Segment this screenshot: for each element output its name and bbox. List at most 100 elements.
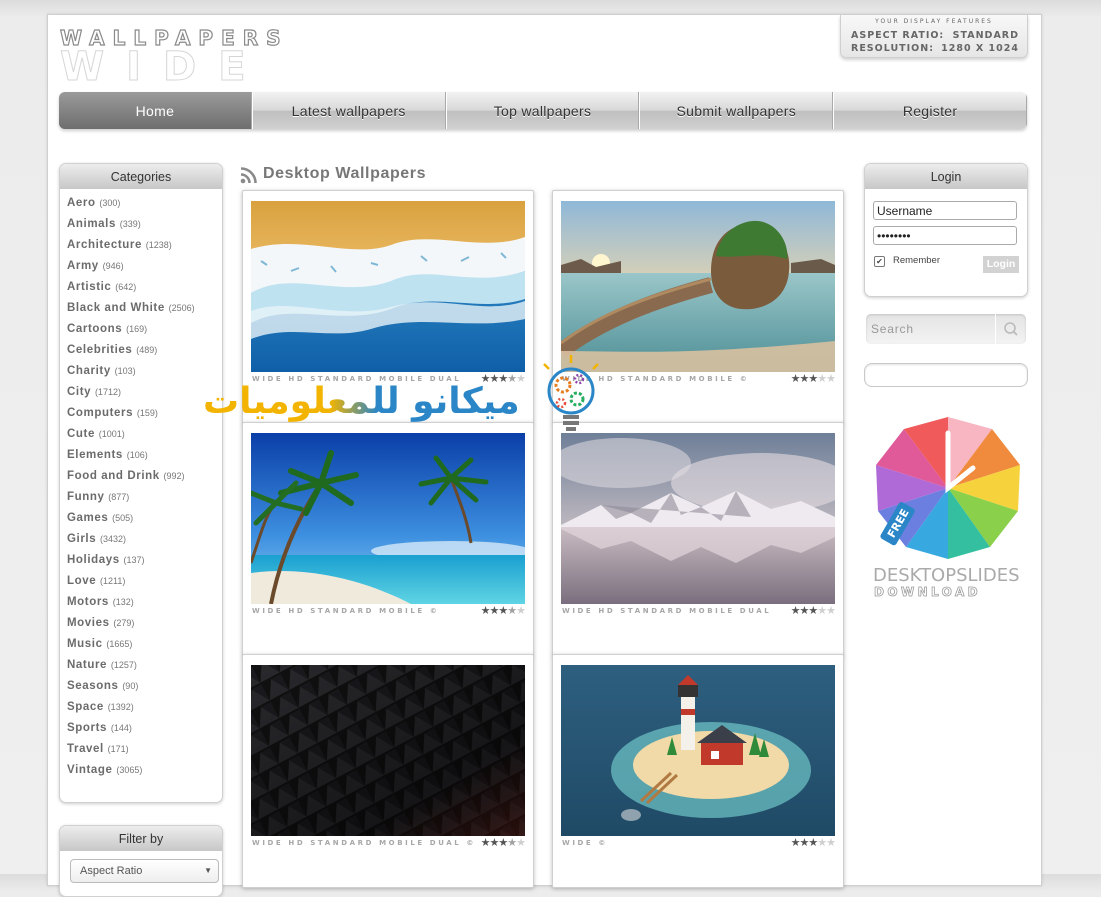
star-icon[interactable]: ★ <box>481 373 491 385</box>
wallpaper-tags: WIDE HD STANDARD MOBILE © <box>562 375 750 383</box>
category-item[interactable]: Nature (1257) <box>67 655 222 676</box>
category-count: (992) <box>163 471 185 481</box>
search-box[interactable]: Search <box>866 314 1026 344</box>
category-item[interactable]: Food and Drink (992) <box>67 466 222 487</box>
nav-home[interactable]: Home <box>59 92 252 129</box>
rating-stars: ★★★★★ <box>481 372 526 385</box>
category-name: Vintage <box>67 764 113 776</box>
category-item[interactable]: Charity (103) <box>67 361 222 382</box>
wallpaper-thumbnail-ocean[interactable] <box>251 201 525 372</box>
category-item[interactable]: Motors (132) <box>67 592 222 613</box>
aspect-ratio-select[interactable]: Aspect Ratio ▼ <box>70 859 219 883</box>
wallpaper-thumbnail-snowy-mountains[interactable] <box>561 433 835 604</box>
rss-icon[interactable] <box>240 166 258 184</box>
star-icon[interactable]: ★ <box>826 373 836 385</box>
aspect-ratio-value: STANDARD <box>952 30 1019 41</box>
category-item[interactable]: Cartoons (169) <box>67 319 222 340</box>
wallpaper-thumbnail-tropical-beach[interactable] <box>251 433 525 604</box>
category-item[interactable]: Artistic (642) <box>67 277 222 298</box>
wallpaper-card[interactable]: WIDE HD STANDARD MOBILE © ★★★★★ <box>242 422 534 656</box>
search-icon <box>1004 322 1018 336</box>
nav-latest-wallpapers[interactable]: Latest wallpapers <box>251 92 446 129</box>
category-name: Holidays <box>67 554 120 566</box>
category-item[interactable]: Travel (171) <box>67 739 222 760</box>
logo-line2: WIDE <box>60 44 268 90</box>
desktopslides-ad[interactable]: FREE DESKTOPSLIDES DOWNLOAD <box>868 413 1028 601</box>
star-icon[interactable]: ★ <box>516 373 526 385</box>
category-item[interactable]: Elements (106) <box>67 445 222 466</box>
category-item[interactable]: Girls (3432) <box>67 529 222 550</box>
category-name: Artistic <box>67 281 112 293</box>
category-name: Army <box>67 260 99 272</box>
star-icon[interactable]: ★ <box>481 837 491 849</box>
star-icon[interactable]: ★ <box>817 605 827 617</box>
wallpaper-card[interactable]: WIDE © ★★★★★ <box>552 654 844 888</box>
category-item[interactable]: Vintage (3065) <box>67 760 222 781</box>
wallpaper-card[interactable]: WIDE HD STANDARD MOBILE DUAL ★★★★★ <box>552 422 844 656</box>
star-icon[interactable]: ★ <box>808 837 818 849</box>
category-item[interactable]: Movies (279) <box>67 613 222 634</box>
category-item[interactable]: Love (1211) <box>67 571 222 592</box>
category-name: Animals <box>67 218 116 230</box>
category-name: Travel <box>67 743 104 755</box>
blank-field[interactable] <box>864 363 1028 387</box>
star-icon[interactable]: ★ <box>791 373 801 385</box>
remember-label: Remember <box>893 255 940 266</box>
star-icon[interactable]: ★ <box>826 837 836 849</box>
star-icon[interactable]: ★ <box>826 605 836 617</box>
wallpaper-thumbnail-lighthouse-island[interactable] <box>561 665 835 836</box>
category-item[interactable]: Black and White (2506) <box>67 298 222 319</box>
category-name: Motors <box>67 596 109 608</box>
star-icon[interactable]: ★ <box>817 373 827 385</box>
login-button[interactable]: Login <box>983 256 1019 273</box>
star-icon[interactable]: ★ <box>507 837 517 849</box>
category-count: (103) <box>114 366 136 376</box>
category-item[interactable]: Celebrities (489) <box>67 340 222 361</box>
star-icon[interactable]: ★ <box>808 605 818 617</box>
wallpaper-tags: WIDE © <box>562 839 608 847</box>
star-icon[interactable]: ★ <box>791 605 801 617</box>
category-count: (1712) <box>94 387 121 397</box>
category-item[interactable]: Computers (159) <box>67 403 222 424</box>
wallpaper-thumbnail-rock-island[interactable] <box>561 201 835 372</box>
nav-register[interactable]: Register <box>833 92 1027 129</box>
search-button[interactable] <box>995 314 1026 344</box>
category-item[interactable]: Space (1392) <box>67 697 222 718</box>
remember-checkbox[interactable]: ✔ <box>874 256 885 267</box>
category-item[interactable]: Cute (1001) <box>67 424 222 445</box>
category-item[interactable]: Funny (877) <box>67 487 222 508</box>
category-item[interactable]: Seasons (90) <box>67 676 222 697</box>
wallpaper-thumbnail-dark-pattern[interactable] <box>251 665 525 836</box>
category-item[interactable]: Architecture (1238) <box>67 235 222 256</box>
category-name: Charity <box>67 365 111 377</box>
nav-submit-wallpapers[interactable]: Submit wallpapers <box>639 92 834 129</box>
category-item[interactable]: Animals (339) <box>67 214 222 235</box>
star-icon[interactable]: ★ <box>481 605 491 617</box>
star-icon[interactable]: ★ <box>817 837 827 849</box>
wallpaper-card[interactable]: WIDE HD STANDARD MOBILE DUAL ★★★★★ <box>242 190 534 424</box>
star-icon[interactable]: ★ <box>516 605 526 617</box>
star-icon[interactable]: ★ <box>791 837 801 849</box>
username-field[interactable] <box>873 201 1017 220</box>
wallpaper-card[interactable]: WIDE HD STANDARD MOBILE © ★★★★★ <box>552 190 844 424</box>
category-item[interactable]: Aero (300) <box>67 193 222 214</box>
site-logo[interactable]: WALLPAPERS WIDE <box>59 26 320 89</box>
category-item[interactable]: Army (946) <box>67 256 222 277</box>
category-item[interactable]: Holidays (137) <box>67 550 222 571</box>
search-input[interactable]: Search <box>871 322 914 336</box>
category-item[interactable]: City (1712) <box>67 382 222 403</box>
star-icon[interactable]: ★ <box>498 837 508 849</box>
password-field[interactable] <box>873 226 1017 245</box>
star-icon[interactable]: ★ <box>516 837 526 849</box>
star-icon[interactable]: ★ <box>507 373 517 385</box>
wallpaper-card[interactable]: WIDE HD STANDARD MOBILE DUAL © ★★★★★ <box>242 654 534 888</box>
category-item[interactable]: Games (505) <box>67 508 222 529</box>
star-icon[interactable]: ★ <box>808 373 818 385</box>
nav-top-wallpapers[interactable]: Top wallpapers <box>445 92 640 129</box>
star-icon[interactable]: ★ <box>498 373 508 385</box>
category-item[interactable]: Sports (144) <box>67 718 222 739</box>
star-icon[interactable]: ★ <box>498 605 508 617</box>
star-icon[interactable]: ★ <box>507 605 517 617</box>
category-item[interactable]: Music (1665) <box>67 634 222 655</box>
category-count: (137) <box>123 555 145 565</box>
